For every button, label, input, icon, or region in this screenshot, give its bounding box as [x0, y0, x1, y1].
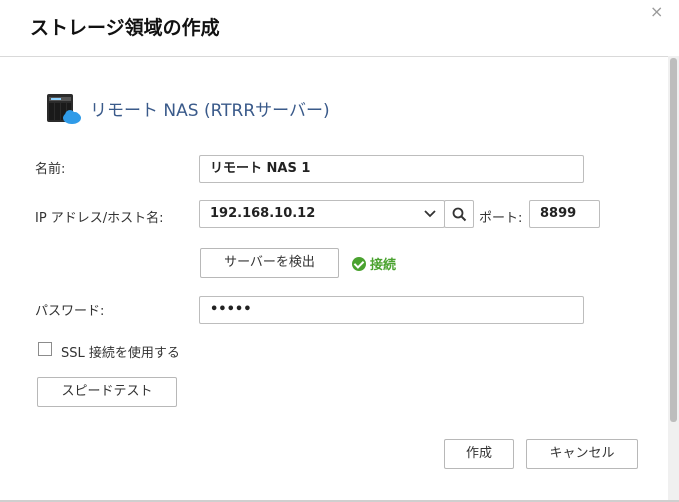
chevron-down-icon[interactable] — [424, 210, 436, 218]
cancel-button[interactable]: キャンセル — [526, 439, 638, 469]
ip-label: IP アドレス/ホスト名: — [35, 211, 164, 226]
name-input[interactable]: リモート NAS 1 — [199, 155, 584, 183]
search-button[interactable] — [444, 200, 474, 228]
nas-title: リモート NAS (RTRRサーバー) — [90, 101, 330, 121]
ssl-checkbox[interactable] — [38, 342, 52, 356]
detect-server-button[interactable]: サーバーを検出 — [200, 248, 339, 278]
ip-select[interactable]: 192.168.10.12 — [199, 200, 445, 228]
search-icon — [452, 207, 467, 222]
dialog-title: ストレージ領域の作成 — [30, 17, 220, 39]
close-icon[interactable]: × — [650, 2, 663, 21]
port-label: ポート: — [479, 211, 523, 226]
password-label: パスワード: — [35, 304, 105, 319]
check-circle-icon — [352, 256, 366, 271]
scrollbar[interactable] — [668, 56, 679, 500]
port-input[interactable]: 8899 — [529, 200, 600, 228]
scrollbar-thumb[interactable] — [670, 58, 677, 422]
password-input[interactable]: ••••• — [199, 296, 584, 324]
ip-value: 192.168.10.12 — [210, 206, 316, 221]
create-button[interactable]: 作成 — [444, 439, 514, 469]
name-label: 名前: — [35, 162, 66, 177]
nas-icon — [47, 94, 81, 124]
speed-test-button[interactable]: スピードテスト — [37, 377, 177, 407]
dialog-title-bar: ストレージ領域の作成 × — [0, 0, 679, 57]
connection-status-text: 接続 — [370, 258, 397, 273]
connection-status: 接続 — [352, 254, 396, 273]
ssl-label[interactable]: SSL 接続を使用する — [61, 342, 180, 361]
